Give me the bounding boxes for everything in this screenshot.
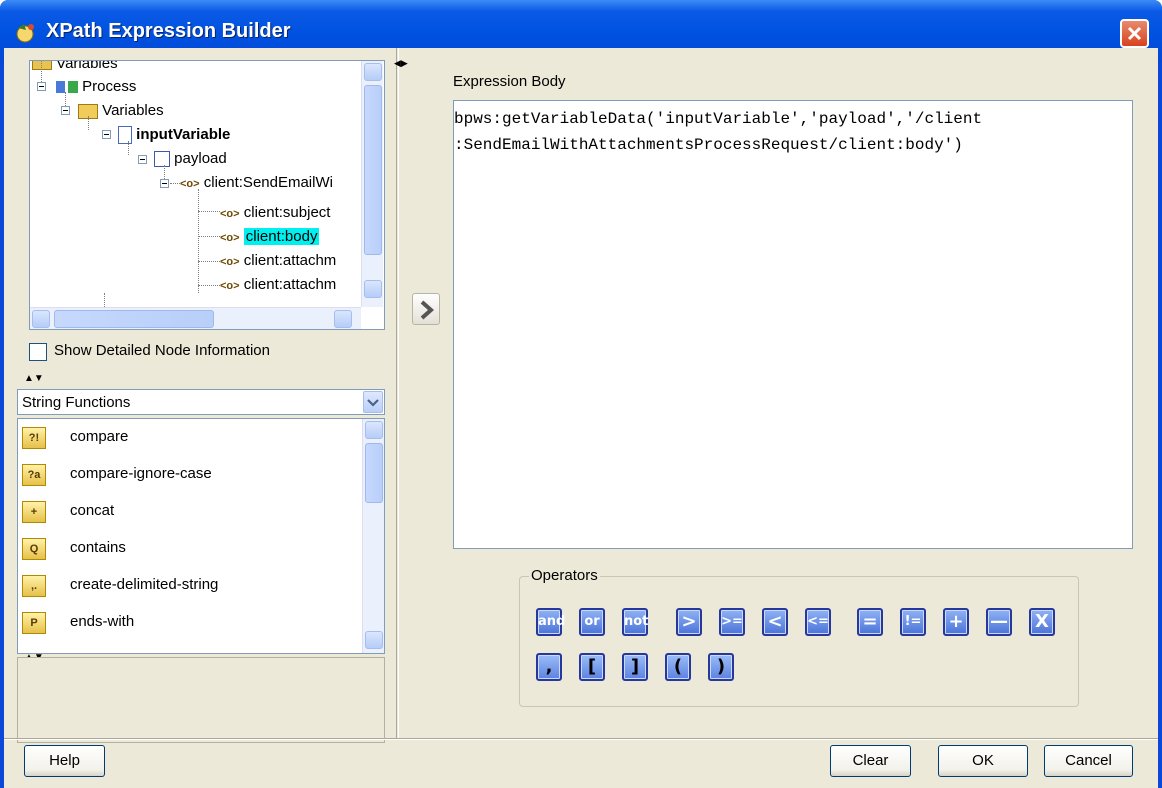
operator-not-button[interactable]: not [622,608,648,636]
magnifier-icon: Q [22,538,46,560]
compare-ignore-case-icon: ?a [22,464,46,486]
tree-node-client-body[interactable]: <o> client:body [220,225,320,249]
scroll-thumb[interactable] [365,443,383,503]
scroll-up-icon[interactable] [365,421,383,439]
delimited-string-icon: ,. [22,575,46,597]
tree-node-process[interactable]: Process [56,75,136,99]
function-list-scrollbar[interactable] [362,419,384,653]
tree-node-variables-root[interactable]: Variables [32,61,118,76]
operators-label: Operators [529,567,600,584]
tree-horizontal-scrollbar[interactable] [30,307,361,329]
tree-node-client-attachments-1[interactable]: <o> client:attachm [220,249,336,273]
collapse-icon[interactable] [102,130,111,139]
bottom-separator [4,738,1158,740]
element-icon: <o> [220,256,240,268]
ends-with-icon: P [22,612,46,634]
function-description-pane [17,657,385,743]
process-icon [56,81,78,94]
show-detailed-checkbox[interactable] [29,343,47,361]
vertical-splitter[interactable] [396,48,399,738]
close-icon [1127,26,1142,41]
element-icon: <o> [180,178,200,190]
ok-button[interactable]: OK [938,745,1028,777]
dialog-window: XPath Expression Builder Variables Proce… [0,0,1162,788]
operator-open-bracket-button[interactable]: [ [579,653,605,681]
scroll-thumb[interactable] [54,310,214,328]
expression-line-1: bpws:getVariableData('inputVariable','pa… [454,110,983,128]
function-item-create-delimited-string[interactable]: ,. create-delimited-string [18,567,358,604]
splitter-arrow-icon[interactable]: ◀▶ [394,58,408,69]
operator-close-bracket-button[interactable]: ] [622,653,648,681]
function-item-concat[interactable]: + concat [18,493,358,530]
operators-group [519,576,1079,707]
operator-lte-button[interactable]: <= [805,608,831,636]
element-icon: <o> [220,232,240,244]
clear-button[interactable]: Clear [830,745,911,777]
function-item-compare[interactable]: ?! compare [18,419,358,456]
chevron-down-icon[interactable] [363,391,383,413]
function-category-select[interactable]: String Functions [17,389,385,415]
collapse-icon[interactable] [160,179,169,188]
operator-lt-button[interactable]: < [762,608,788,636]
folder-icon [32,61,52,71]
concat-icon: + [22,501,46,523]
function-item-ends-with[interactable]: P ends-with [18,604,358,641]
app-icon [16,24,34,43]
operator-and-button[interactable]: and [536,608,565,636]
operator-close-paren-button[interactable]: ) [708,653,734,681]
function-item-contains[interactable]: Q contains [18,530,358,567]
help-button[interactable]: Help [24,745,105,777]
element-icon: <o> [220,280,240,292]
operator-or-button[interactable]: or [579,608,605,636]
scroll-up-icon[interactable] [364,63,382,81]
scroll-down-icon[interactable] [365,631,383,649]
operator-multiply-button[interactable]: X [1029,608,1055,636]
operator-plus-button[interactable]: + [943,608,969,636]
window-title: XPath Expression Builder [46,20,291,42]
tree-node-send-email-request[interactable]: <o> client:SendEmailWi [180,171,333,195]
operator-gte-button[interactable]: >= [719,608,745,636]
operator-minus-button[interactable]: — [986,608,1012,636]
expression-line-2: :SendEmailWithAttachmentsProcessRequest/… [454,136,963,154]
variable-tree[interactable]: Variables Process Variables inputVariabl… [29,60,385,330]
expression-body-textarea[interactable]: bpws:getVariableData('inputVariable','pa… [453,100,1133,549]
tree-node-client-subject[interactable]: <o> client:subject [220,201,330,225]
dialog-body: Variables Process Variables inputVariabl… [4,48,1158,788]
tree-node-input-variable[interactable]: inputVariable [118,123,230,147]
function-list[interactable]: ?! compare ?a compare-ignore-case + conc… [17,418,385,654]
operator-gt-button[interactable]: > [676,608,702,636]
expression-body-label: Expression Body [453,73,566,90]
cancel-button[interactable]: Cancel [1044,745,1133,777]
function-item-compare-ignore-case[interactable]: ?a compare-ignore-case [18,456,358,493]
tree-vertical-scrollbar[interactable] [361,61,383,307]
splitter-arrows-icon[interactable]: ▲▼ [24,373,44,384]
document-icon [118,126,132,145]
operator-eq-button[interactable]: = [857,608,883,636]
chevron-right-icon [420,300,435,320]
scroll-down-icon[interactable] [364,280,382,298]
message-part-icon [154,151,170,168]
scroll-thumb[interactable] [364,85,382,255]
collapse-icon[interactable] [61,106,70,115]
scroll-left-icon[interactable] [32,310,50,328]
tree-node-variables[interactable]: Variables [78,99,164,123]
collapse-icon[interactable] [138,155,147,164]
operator-open-paren-button[interactable]: ( [665,653,691,681]
element-icon: <o> [220,208,240,220]
function-category-value: String Functions [22,394,131,411]
scroll-right-icon[interactable] [334,310,352,328]
collapse-icon[interactable] [37,82,46,91]
insert-into-expression-button[interactable] [412,293,440,325]
close-button[interactable] [1120,19,1149,48]
tree-node-client-attachments-2[interactable]: <o> client:attachm [220,273,336,297]
show-detailed-label: Show Detailed Node Information [54,342,270,359]
compare-icon: ?! [22,427,46,449]
operator-comma-button[interactable]: , [536,653,562,681]
operator-neq-button[interactable]: != [900,608,926,636]
